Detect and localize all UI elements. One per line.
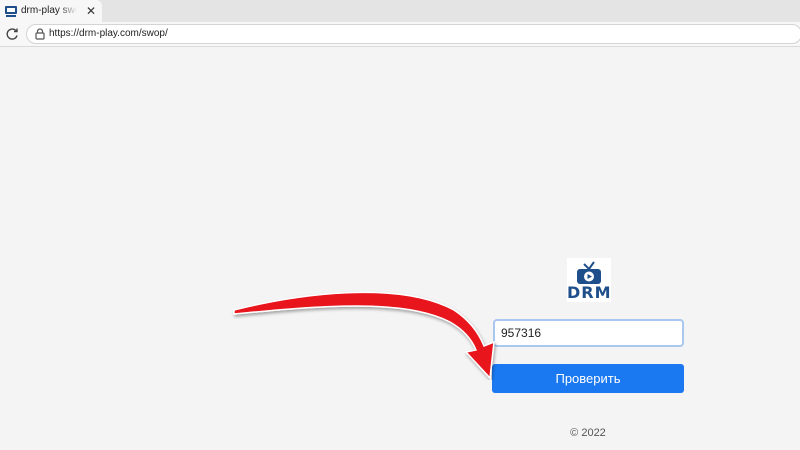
tab-bar: drm-play swop ✕ <box>0 0 800 22</box>
code-input[interactable] <box>493 319 684 347</box>
address-bar[interactable]: https://drm-play.com/swop/ <box>26 24 800 44</box>
tab-title: drm-play swop <box>21 5 77 16</box>
copyright-footer: © 2022 <box>570 427 606 439</box>
browser-toolbar: https://drm-play.com/swop/ <box>0 22 800 47</box>
red-arrow-icon <box>233 291 495 380</box>
check-button[interactable]: Проверить <box>492 364 684 393</box>
logo-text: DRM <box>567 283 612 302</box>
address-bar-url[interactable]: https://drm-play.com/swop/ <box>49 27 168 41</box>
reload-icon[interactable] <box>4 26 20 42</box>
browser-tab[interactable]: drm-play swop ✕ <box>0 0 102 22</box>
tv-favicon-icon <box>5 6 17 17</box>
lock-icon[interactable] <box>35 28 45 40</box>
drm-logo: DRM <box>567 258 611 302</box>
tab-close-icon[interactable]: ✕ <box>84 4 98 18</box>
